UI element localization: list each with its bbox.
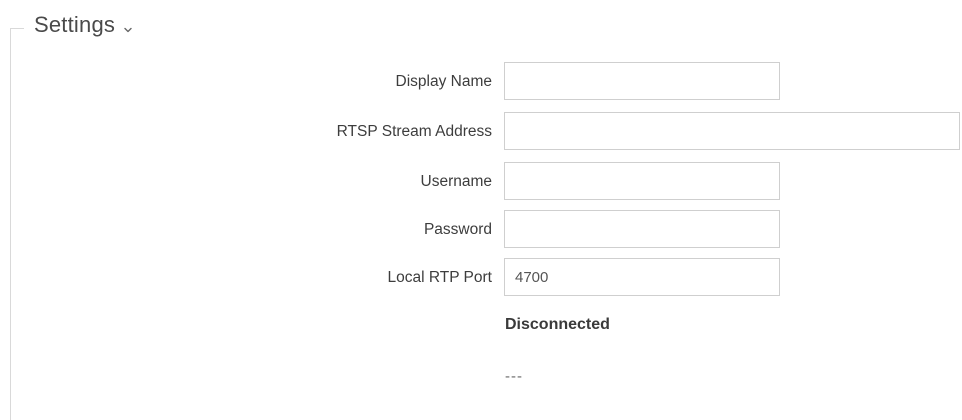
username-label: Username [420, 173, 493, 190]
rtsp-address-input[interactable] [504, 112, 960, 150]
frame-border-top [10, 28, 24, 29]
settings-section-toggle[interactable]: Settings [34, 12, 133, 38]
local-rtp-port-label: Local RTP Port [387, 269, 492, 286]
password-row: Password [0, 210, 962, 250]
password-label: Password [423, 221, 492, 238]
username-input[interactable] [504, 162, 780, 200]
display-name-row: Display Name [0, 62, 962, 102]
connection-status: Disconnected [505, 316, 610, 333]
chevron-down-icon [123, 22, 133, 33]
connection-detail: --- [505, 368, 523, 385]
local-rtp-port-row: Local RTP Port [0, 258, 962, 298]
rtsp-address-row: RTSP Stream Address [0, 112, 962, 152]
section-title: Settings [34, 12, 116, 37]
password-input[interactable] [504, 210, 780, 248]
display-name-label: Display Name [395, 73, 492, 90]
settings-page: Settings Display Name RTSP Stream Addres… [0, 0, 962, 420]
rtsp-address-label: RTSP Stream Address [336, 123, 492, 140]
username-row: Username [0, 162, 962, 202]
display-name-input[interactable] [504, 62, 780, 100]
local-rtp-port-input[interactable] [504, 258, 780, 296]
